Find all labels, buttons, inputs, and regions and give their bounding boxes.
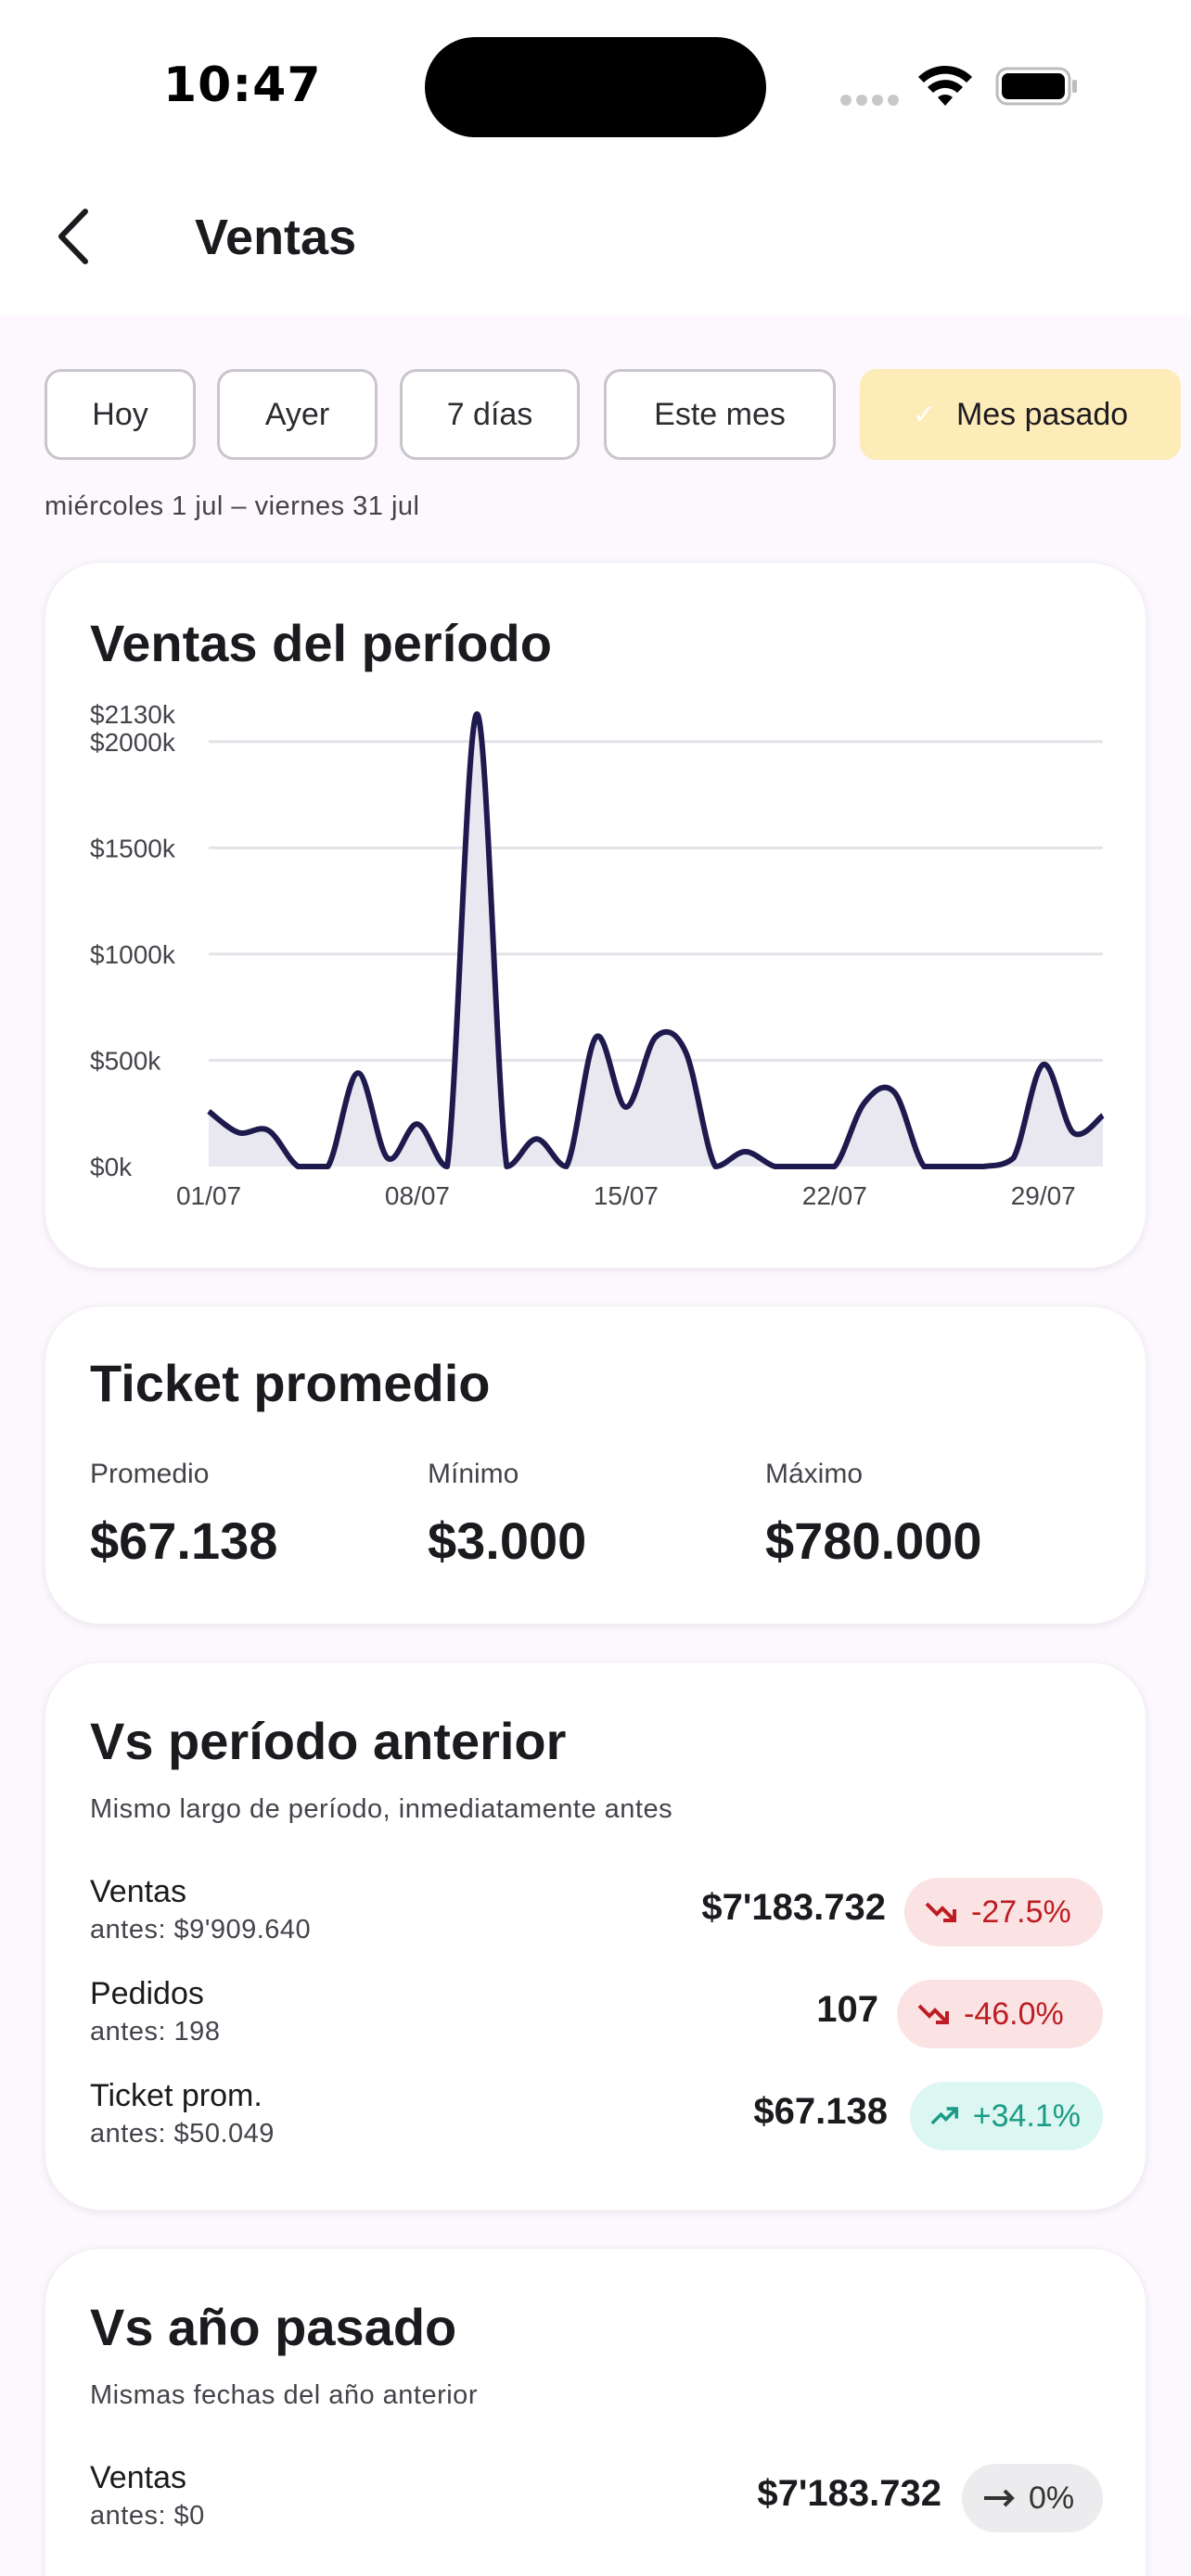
stat-label-promedio: Promedio <box>90 1459 210 1489</box>
status-bar: 10:47 <box>0 0 1191 176</box>
chart-area-fill <box>209 714 1103 1167</box>
chip-label: Este mes <box>654 396 786 432</box>
change-text: +34.1% <box>972 2098 1081 2134</box>
date-range-label: miércoles 1 jul – viernes 31 jul <box>45 491 420 521</box>
sales-chart: $0k $500k $1000k $1500k $2000k$2130k 01/07 08/… <box>90 700 1105 1210</box>
sales-chart-card: Ventas del período $0k $500k $1000k $1500k $… <box>45 562 1146 1269</box>
trending-up-icon <box>930 2107 958 2125</box>
card-title: Ticket promedio <box>90 1354 491 1412</box>
chip-hoy[interactable]: Hoy <box>45 369 196 460</box>
comparison-row-partial <box>90 2562 1103 2576</box>
card-title: Vs año pasado <box>90 2298 457 2356</box>
y-tick-label: $1000k <box>90 940 176 969</box>
chip-mes-pasado[interactable]: ✓ Mes pasado <box>860 369 1181 460</box>
stat-label-minimo: Mínimo <box>428 1459 519 1489</box>
comparison-row-pedidos: Pedidos antes: 198 107 -46.0% <box>90 1976 1103 2060</box>
change-text: 0% <box>1029 2480 1075 2516</box>
row-value: $67.138 <box>753 2091 888 2132</box>
chip-label: Mes pasado <box>955 396 1129 432</box>
wifi-icon <box>918 65 972 106</box>
ticket-card: Ticket promedio Promedio $67.138 Mínimo … <box>45 1306 1146 1625</box>
y-tick-label: $500k <box>90 1046 161 1075</box>
x-tick-label: 15/07 <box>594 1181 659 1210</box>
row-label: Ventas <box>90 1874 186 1909</box>
row-label: Ventas <box>90 2460 186 2495</box>
change-text: -27.5% <box>971 1894 1071 1930</box>
chip-label: 7 días <box>446 396 533 432</box>
stat-value-promedio: $67.138 <box>90 1511 278 1570</box>
page-title: Ventas <box>195 210 357 265</box>
change-badge: +34.1% <box>910 2082 1103 2150</box>
row-before-value: antes: $0 <box>90 2501 205 2531</box>
battery-icon <box>995 67 1077 106</box>
chip-label: Hoy <box>92 396 148 432</box>
stat-label-maximo: Máximo <box>765 1459 864 1489</box>
x-tick-label: 01/07 <box>176 1181 241 1210</box>
change-text: -46.0% <box>964 1996 1064 2032</box>
comparison-row-ventas: Ventas antes: $9'909.640 $7'183.732 -27.… <box>90 1874 1103 1958</box>
y-tick-label: $0k <box>90 1153 133 1181</box>
stat-value-maximo: $780.000 <box>765 1511 982 1570</box>
chip-7-dias[interactable]: 7 días <box>400 369 580 460</box>
x-tick-label: 29/07 <box>1011 1181 1076 1210</box>
card-subtitle: Mismas fechas del año anterior <box>90 2380 478 2410</box>
x-tick-label: 08/07 <box>385 1181 450 1210</box>
prev-period-card: Vs período anterior Mismo largo de perío… <box>45 1662 1146 2211</box>
change-badge: -27.5% <box>904 1878 1103 1946</box>
check-icon: ✓ <box>912 399 936 430</box>
trending-down-icon <box>917 2004 949 2024</box>
last-year-card: Vs año pasado Mismas fechas del año ante… <box>45 2248 1146 2576</box>
change-badge: -46.0% <box>897 1980 1103 2048</box>
chip-este-mes[interactable]: Este mes <box>604 369 836 460</box>
back-arrow-icon[interactable] <box>45 204 109 269</box>
row-label: Pedidos <box>90 1976 204 2011</box>
date-filter-chips: Hoy Ayer 7 días Este mes ✓ Mes pasado <box>45 369 1191 460</box>
row-value: 107 <box>816 1989 878 2030</box>
y-tick-label: $2130k <box>90 700 176 729</box>
cellular-signal-icon <box>840 92 903 109</box>
comparison-row-ventas: Ventas antes: $0 $7'183.732 0% <box>90 2460 1103 2544</box>
y-tick-label: $1500k <box>90 834 176 862</box>
y-tick-label: $2000k <box>90 728 176 757</box>
row-value: $7'183.732 <box>701 1887 886 1928</box>
trending-down-icon <box>925 1902 956 1922</box>
comparison-row-ticket: Ticket prom. antes: $50.049 $67.138 +34.… <box>90 2078 1103 2162</box>
app-bar: Ventas <box>0 176 1191 315</box>
arrow-right-icon <box>984 2489 1015 2507</box>
card-subtitle: Mismo largo de período, inmediatamente a… <box>90 1794 673 1824</box>
clock: 10:47 <box>163 57 322 113</box>
x-tick-label: 22/07 <box>802 1181 867 1210</box>
chip-label: Ayer <box>264 396 330 432</box>
card-title: Vs período anterior <box>90 1712 567 1770</box>
stat-value-minimo: $3.000 <box>428 1511 587 1570</box>
change-badge: 0% <box>962 2464 1103 2532</box>
row-before-value: antes: 198 <box>90 2017 221 2047</box>
row-value: $7'183.732 <box>757 2473 941 2514</box>
row-before-value: antes: $9'909.640 <box>90 1915 312 1945</box>
row-before-value: antes: $50.049 <box>90 2119 275 2149</box>
chip-ayer[interactable]: Ayer <box>217 369 378 460</box>
row-label: Ticket prom. <box>90 2078 263 2113</box>
dynamic-island <box>425 37 766 137</box>
